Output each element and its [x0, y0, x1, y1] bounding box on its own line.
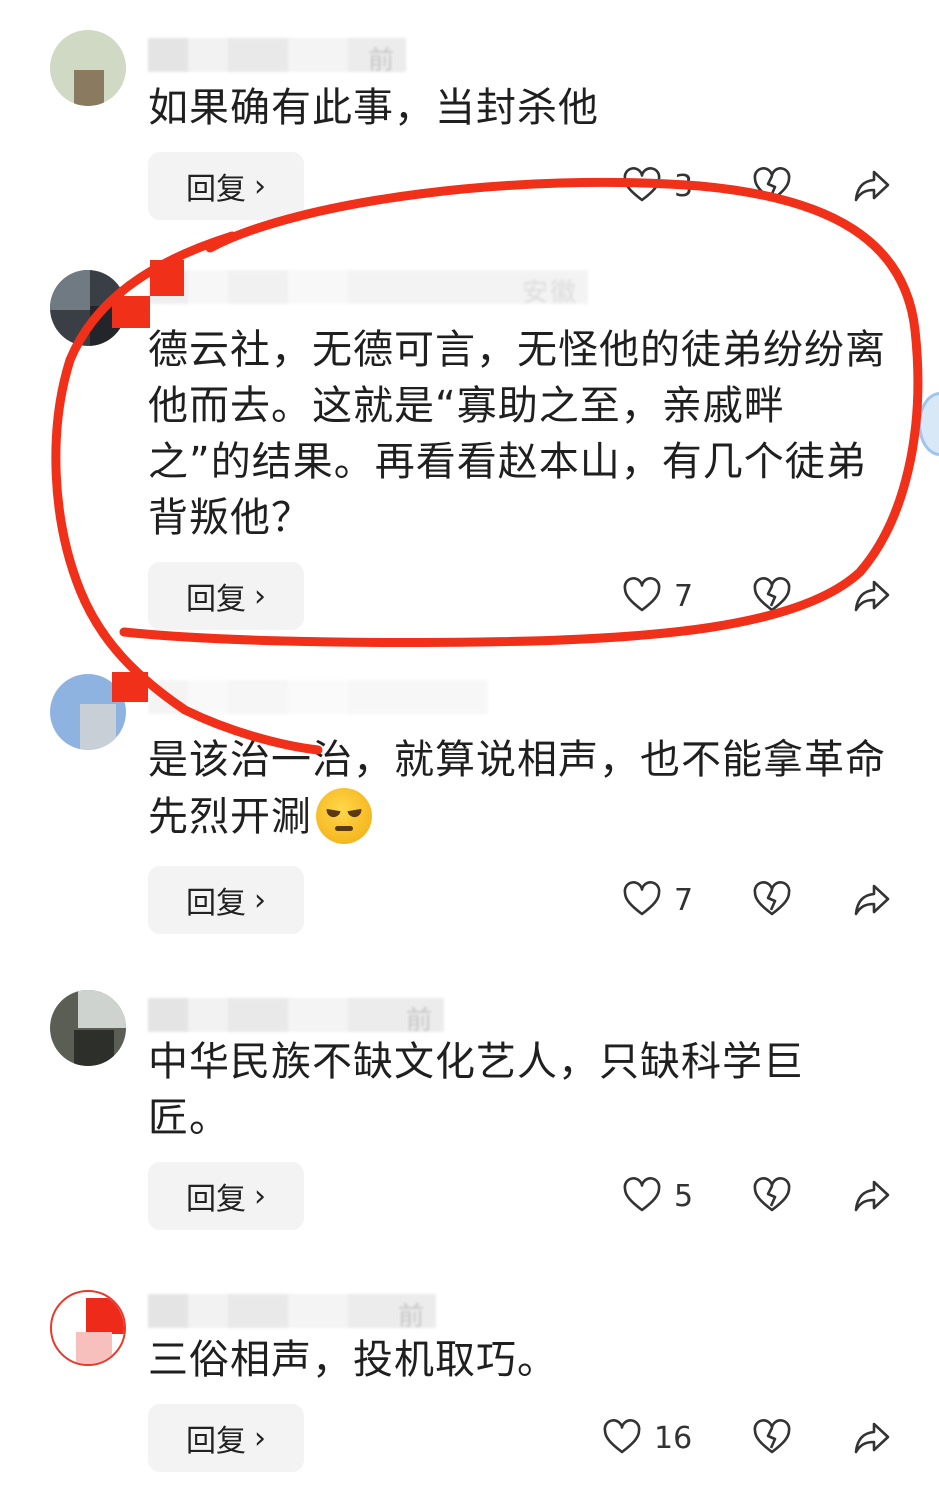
avatar[interactable]	[50, 990, 126, 1066]
share-arrow-icon[interactable]	[852, 166, 892, 206]
username-blurred[interactable]: 安徽	[148, 270, 588, 308]
broken-heart-icon[interactable]	[752, 1418, 792, 1458]
broken-heart-icon[interactable]	[752, 576, 792, 616]
comment-actions: 7	[600, 562, 910, 630]
username-blurred[interactable]: 前	[148, 1294, 436, 1332]
comment-text: 是该治一治，就算说相声，也不能拿革命先烈开涮	[148, 732, 888, 845]
broken-heart-icon[interactable]	[752, 1176, 792, 1216]
comment-meta: 前	[367, 46, 396, 76]
reply-label: 回复	[186, 172, 246, 207]
annotation-red-block	[112, 296, 150, 328]
comment-meta: 前	[397, 1302, 426, 1332]
like-button[interactable]: 16	[602, 1404, 692, 1472]
like-count: 16	[654, 1420, 693, 1456]
like-button[interactable]: 5	[622, 1162, 693, 1230]
like-count: 3	[674, 168, 694, 204]
broken-heart-icon[interactable]	[752, 166, 792, 206]
heart-outline-icon	[623, 167, 661, 202]
chevron-right-icon: ›	[254, 578, 266, 614]
comment-text: 如果确有此事，当封杀他	[148, 85, 599, 131]
avatar[interactable]	[50, 30, 126, 106]
chevron-right-icon: ›	[254, 1178, 266, 1214]
heart-outline-icon	[603, 1419, 641, 1454]
heart-outline-icon	[623, 881, 661, 916]
annotation-red-block	[150, 260, 184, 296]
reply-button[interactable]: 回复 ›	[148, 866, 304, 934]
username-blurred[interactable]: 前	[148, 998, 444, 1036]
like-count: 7	[674, 882, 694, 918]
chevron-right-icon: ›	[254, 168, 266, 204]
avatar[interactable]	[50, 1290, 126, 1366]
reply-label: 回复	[186, 1182, 246, 1217]
reply-button[interactable]: 回复 ›	[148, 562, 304, 630]
comment-text: 三俗相声，投机取巧。	[148, 1337, 558, 1383]
comment-actions: 5	[600, 1162, 910, 1230]
comment-actions: 7	[600, 866, 910, 934]
heart-outline-icon	[623, 577, 661, 612]
edge-scroll-hint	[918, 392, 939, 456]
chevron-right-icon: ›	[254, 1420, 266, 1456]
broken-heart-icon[interactable]	[752, 880, 792, 920]
like-button[interactable]: 7	[622, 562, 693, 630]
like-count: 5	[674, 1178, 694, 1214]
reply-button[interactable]: 回复 ›	[148, 1404, 304, 1472]
chevron-right-icon: ›	[254, 882, 266, 918]
reply-button[interactable]: 回复 ›	[148, 1162, 304, 1230]
share-arrow-icon[interactable]	[852, 880, 892, 920]
reply-label: 回复	[186, 886, 246, 921]
heart-outline-icon	[623, 1177, 661, 1212]
comment-text: 中华民族不缺文化艺人，只缺科学巨匠。	[148, 1039, 804, 1141]
comment-actions: 16	[600, 1404, 910, 1472]
comment-meta: 安徽	[521, 278, 578, 308]
reply-label: 回复	[186, 582, 246, 617]
reply-label: 回复	[186, 1424, 246, 1459]
username-blurred[interactable]	[148, 680, 488, 714]
comment-text: 德云社，无德可言，无怪他的徒弟纷纷离他而去。这就是“寡助之至，亲戚畔之”的结果。…	[148, 327, 886, 541]
annotation-red-block	[112, 672, 148, 702]
comment-actions: 3	[600, 152, 910, 220]
share-arrow-icon[interactable]	[852, 1176, 892, 1216]
like-button[interactable]: 7	[622, 866, 693, 934]
pouting-face-emoji	[316, 788, 372, 844]
share-arrow-icon[interactable]	[852, 1418, 892, 1458]
comment-meta: 前	[405, 1006, 434, 1036]
like-count: 7	[674, 578, 694, 614]
share-arrow-icon[interactable]	[852, 576, 892, 616]
like-button[interactable]: 3	[622, 152, 693, 220]
username-blurred[interactable]: 前	[148, 38, 406, 76]
reply-button[interactable]: 回复 ›	[148, 152, 304, 220]
comment-text-content: 是该治一治，就算说相声，也不能拿革命先烈开涮	[148, 737, 886, 840]
